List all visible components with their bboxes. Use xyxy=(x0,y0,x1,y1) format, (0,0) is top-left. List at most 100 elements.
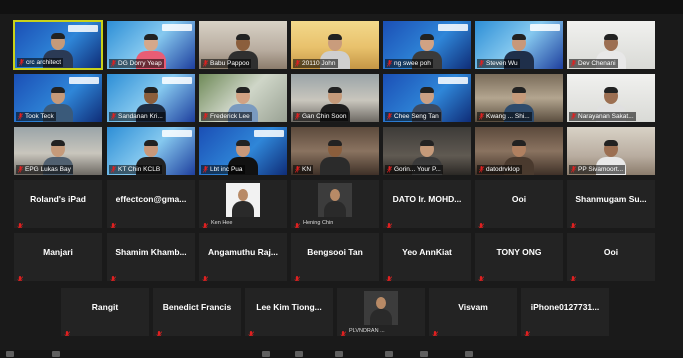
participant-name-tile[interactable]: PLVNDRAN ... xyxy=(336,287,426,337)
participant-video-tile[interactable]: Gorin... Your P... xyxy=(382,126,472,176)
participant-name-label: Steven Wu xyxy=(477,59,520,68)
participant-name-label: EPG Lukas Bay xyxy=(16,165,73,174)
participant-person xyxy=(320,137,350,175)
participant-name: crc architect xyxy=(26,59,62,66)
participant-person xyxy=(324,187,346,217)
participant-video-tile[interactable]: Gan Chin Soon xyxy=(290,73,380,123)
participant-name: PP Sivamoort... xyxy=(578,166,624,173)
participant-name-tile[interactable]: Ooi xyxy=(566,232,656,282)
participant-name-tile[interactable]: Shanmugam Su... xyxy=(566,179,656,229)
muted-mic-icon xyxy=(202,271,209,281)
participant-name: Narayanan Sakat... xyxy=(578,113,634,120)
participant-video-tile[interactable]: Kwang ... Shi... xyxy=(474,73,564,123)
muted-mic-icon xyxy=(570,218,577,228)
participants-icon[interactable] xyxy=(295,351,303,357)
participant-name-tile[interactable]: Yeo AnnKiat xyxy=(382,232,472,282)
participant-video-tile[interactable]: ng swee poh xyxy=(382,20,472,70)
participant-name-label: Lbt inc Pua xyxy=(201,165,245,174)
participant-name-label: PP Sivamoort... xyxy=(569,165,626,174)
participant-name: Angamuthu Raj... xyxy=(208,247,278,257)
record-icon[interactable] xyxy=(420,351,428,357)
muted-mic-icon xyxy=(386,113,393,120)
participant-video-tile[interactable]: DG Dorry Yeap xyxy=(106,20,196,70)
participant-video-tile[interactable]: Lbt inc Pua xyxy=(198,126,288,176)
share-icon[interactable] xyxy=(385,351,393,357)
participant-name: Yeo AnnKiat xyxy=(402,247,452,257)
chat-icon[interactable] xyxy=(335,351,343,357)
event-logo-banner xyxy=(254,130,284,137)
participant-video-tile[interactable]: Frederick Lee xyxy=(198,73,288,123)
participant-video-tile[interactable]: datodrvklop xyxy=(474,126,564,176)
muted-mic-icon xyxy=(202,166,209,173)
participant-video-tile[interactable]: Narayanan Sakat... xyxy=(566,73,656,123)
muted-mic-icon xyxy=(478,218,485,228)
participant-name: Steven Wu xyxy=(486,60,518,67)
video-icon[interactable] xyxy=(52,351,60,357)
participant-name-tile[interactable]: Roland's iPad xyxy=(13,179,103,229)
meeting-toolbar xyxy=(0,350,683,358)
participant-name-tile[interactable]: Angamuthu Raj... xyxy=(198,232,288,282)
participant-name-tile[interactable]: DATO Ir. MOHD... xyxy=(382,179,472,229)
participant-name-tile[interactable]: effectcon@gma... xyxy=(106,179,196,229)
participant-name-label: Kwang ... Shi... xyxy=(477,112,532,121)
participant-name: KT Chin KCLB xyxy=(118,166,161,173)
participant-name-tile[interactable]: Shamim Khamb... xyxy=(106,232,196,282)
participant-name-label: DG Dorry Yeap xyxy=(109,59,164,68)
security-icon[interactable] xyxy=(262,351,270,357)
participant-name-tile[interactable]: Visvam xyxy=(428,287,518,337)
participant-video-tile[interactable]: crc architect xyxy=(13,20,103,70)
participant-name-label: KN xyxy=(293,165,314,174)
participant-name-label: Took Teck xyxy=(16,112,56,121)
participant-name: Babu Pappoo xyxy=(210,60,250,67)
event-logo-banner xyxy=(438,24,468,31)
participant-name-tile[interactable]: Manjari xyxy=(13,232,103,282)
event-logo-banner xyxy=(162,77,192,84)
participant-video-tile[interactable]: KN xyxy=(290,126,380,176)
participant-name: Hening Chin xyxy=(303,220,334,226)
participant-name-tile[interactable]: TONY ONG xyxy=(474,232,564,282)
muted-mic-icon xyxy=(432,326,439,336)
participant-video-tile[interactable]: 20110 John xyxy=(290,20,380,70)
profile-photo xyxy=(226,183,260,217)
participant-video-tile[interactable]: KT Chin KCLB xyxy=(106,126,196,176)
muted-mic-icon xyxy=(386,271,393,281)
participant-name-label: Gan Chin Soon xyxy=(293,112,349,121)
participant-video-tile[interactable]: Babu Pappoo xyxy=(198,20,288,70)
participant-name-tile[interactable]: iPhone0127731... xyxy=(520,287,610,337)
participant-name: Rangit xyxy=(91,302,119,312)
participant-video-tile[interactable]: PP Sivamoort... xyxy=(566,126,656,176)
muted-mic-icon xyxy=(386,218,393,228)
participant-name-tile[interactable]: Bengsooi Tan xyxy=(290,232,380,282)
muted-mic-icon xyxy=(17,113,24,120)
participant-name: Manjari xyxy=(43,247,73,257)
participant-name-tile[interactable]: Lee Kim Tiong... xyxy=(244,287,334,337)
participant-name-tile[interactable]: Benedict Francis xyxy=(152,287,242,337)
participant-name: Shamim Khamb... xyxy=(115,247,187,257)
muted-mic-icon xyxy=(340,326,347,336)
participant-name-tile[interactable]: Ooi xyxy=(474,179,564,229)
participant-video-tile[interactable]: Steven Wu xyxy=(474,20,564,70)
muted-mic-icon xyxy=(478,113,485,120)
participant-name: Sandanan Kri... xyxy=(118,113,163,120)
participant-name-tile[interactable]: Hening Chin xyxy=(290,179,380,229)
participant-name-tile[interactable]: Ken Hee xyxy=(198,179,288,229)
gallery-view: crc architect DG Dorry Yeap Babu Pappoo 201… xyxy=(0,0,683,358)
participant-name: Bengsooi Tan xyxy=(307,247,363,257)
participant-video-tile[interactable]: EPG Lukas Bay xyxy=(13,126,103,176)
muted-mic-icon xyxy=(570,113,577,120)
muted-mic-icon xyxy=(294,166,301,173)
participant-name: DG Dorry Yeap xyxy=(118,60,162,67)
reactions-icon[interactable] xyxy=(465,351,473,357)
participant-video-tile[interactable]: Sandanan Kri... xyxy=(106,73,196,123)
muted-mic-icon xyxy=(570,60,577,67)
muted-mic-icon xyxy=(294,60,301,67)
participant-name: Benedict Francis xyxy=(162,302,232,312)
participant-video-tile[interactable]: Chee Seng Tan xyxy=(382,73,472,123)
participant-name-tile[interactable]: Rangit xyxy=(60,287,150,337)
participant-name-label: Dev Chenani xyxy=(569,59,618,68)
participant-video-tile[interactable]: Took Teck xyxy=(13,73,103,123)
mute-icon[interactable] xyxy=(6,351,14,357)
participant-video-tile[interactable]: Dev Chenani xyxy=(566,20,656,70)
event-logo-banner xyxy=(162,130,192,137)
participant-name: iPhone0127731... xyxy=(530,302,600,312)
